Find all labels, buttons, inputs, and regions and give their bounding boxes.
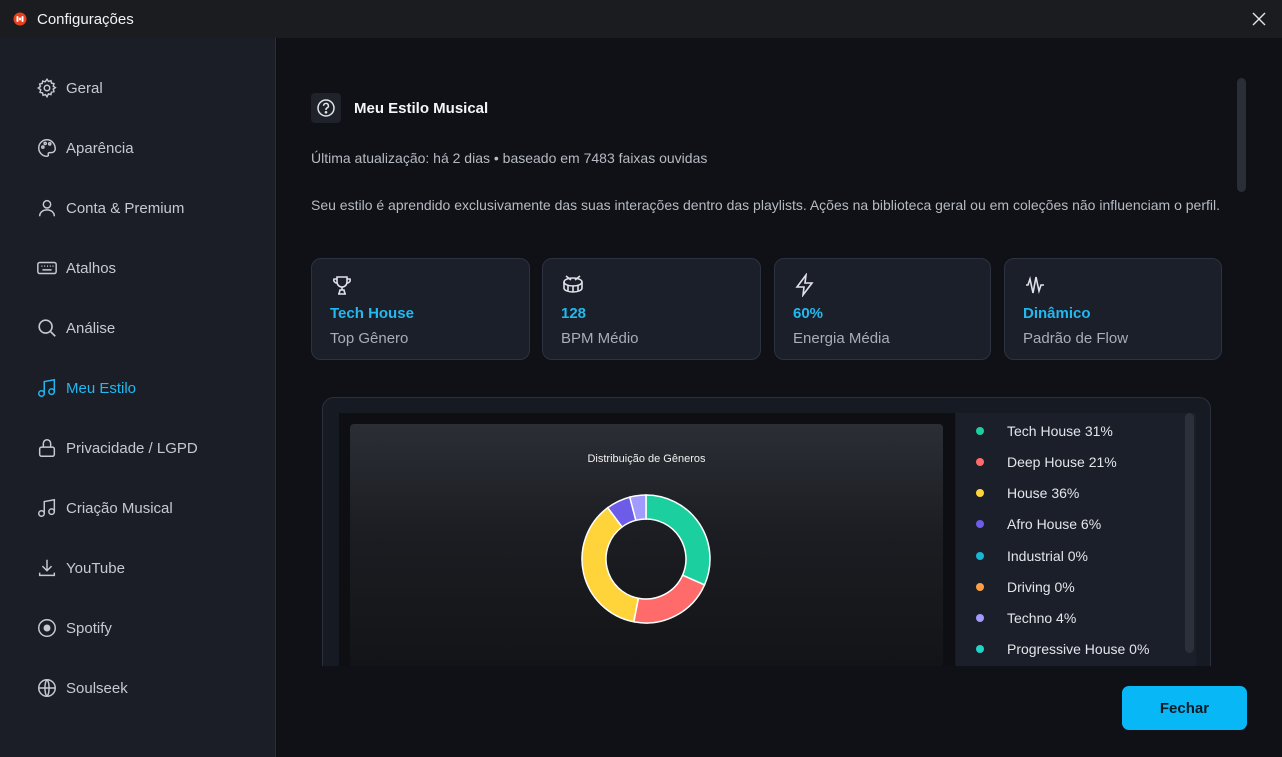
stat-label: Energia Média bbox=[793, 330, 890, 347]
sidebar-item-label: Conta & Premium bbox=[66, 199, 185, 217]
gear-icon bbox=[37, 78, 57, 99]
last-updated-text: Última atualização: há 2 dias • baseado … bbox=[311, 150, 708, 166]
donut-slice-tech-house bbox=[645, 494, 711, 586]
legend-label: Industrial 0% bbox=[1007, 548, 1088, 564]
legend-label: Progressive House 0% bbox=[1007, 641, 1150, 657]
search-icon bbox=[38, 319, 56, 337]
download-icon bbox=[38, 559, 56, 577]
legend-color-dot bbox=[976, 520, 984, 528]
stat-value: Dinâmico bbox=[1023, 305, 1091, 322]
legend-item-tech-house: Tech House 31% bbox=[976, 421, 1113, 441]
music-note-icon bbox=[38, 378, 56, 397]
legend-item-techno: Techno 4% bbox=[976, 608, 1076, 628]
target-icon bbox=[38, 619, 56, 637]
lock-icon bbox=[38, 439, 56, 457]
app-logo-icon bbox=[13, 12, 27, 26]
sidebar-item-analise[interactable]: Análise bbox=[36, 313, 115, 343]
legend-label: Tech House 31% bbox=[1007, 423, 1113, 439]
stat-card-flow: Dinâmico Padrão de Flow bbox=[1004, 258, 1222, 360]
section-title: Meu Estilo Musical bbox=[354, 100, 489, 117]
globe-icon bbox=[38, 679, 56, 697]
legend-item-driving: Driving 0% bbox=[976, 577, 1075, 597]
sidebar-item-label: Aparência bbox=[66, 139, 134, 157]
stat-card-energy: 60% Energia Média bbox=[774, 258, 991, 360]
window-title: Configurações bbox=[37, 11, 134, 28]
stat-card-top-genre: Tech House Top Gênero bbox=[311, 258, 530, 360]
waveform-icon bbox=[1026, 275, 1044, 295]
sidebar-item-label: Atalhos bbox=[66, 259, 117, 277]
sidebar-item-label: Soulseek bbox=[66, 679, 128, 697]
style-description: Seu estilo é aprendido exclusivamente da… bbox=[311, 197, 1220, 213]
stat-label: Padrão de Flow bbox=[1023, 330, 1129, 347]
sidebar-item-youtube[interactable]: YouTube bbox=[36, 553, 125, 583]
genre-donut-chart bbox=[581, 494, 711, 624]
legend-item-progressive-house: Progressive House 0% bbox=[976, 639, 1149, 659]
sidebar-item-label: Criação Musical bbox=[66, 499, 173, 517]
sidebar-item-criacao-musical[interactable]: Criação Musical bbox=[36, 493, 173, 523]
stat-value: 128 bbox=[561, 305, 587, 322]
legend-item-afro-house: Afro House 6% bbox=[976, 514, 1101, 534]
sidebar-item-label: Privacidade / LGPD bbox=[66, 439, 198, 457]
sidebar-item-label: YouTube bbox=[66, 559, 125, 577]
legend-color-dot bbox=[976, 552, 984, 560]
close-button[interactable]: Fechar bbox=[1122, 686, 1247, 730]
sidebar-item-label: Análise bbox=[66, 319, 116, 337]
stat-value: Tech House bbox=[330, 305, 414, 322]
legend-color-dot bbox=[976, 489, 984, 497]
legend-label: Techno 4% bbox=[1007, 610, 1077, 626]
legend-item-industrial: Industrial 0% bbox=[976, 546, 1088, 566]
donut-slice-house bbox=[581, 506, 640, 623]
help-badge bbox=[311, 93, 341, 123]
legend-color-dot bbox=[976, 583, 984, 591]
legend-item-house: House 36% bbox=[976, 483, 1079, 503]
sidebar-item-privacidade[interactable]: Privacidade / LGPD bbox=[36, 433, 198, 463]
legend-label: House 36% bbox=[1007, 485, 1080, 501]
stat-label: Top Gênero bbox=[330, 330, 409, 347]
sidebar-item-soulseek[interactable]: Soulseek bbox=[36, 673, 128, 703]
legend-scrollbar[interactable] bbox=[1185, 413, 1194, 653]
sidebar-item-label: Spotify bbox=[66, 619, 112, 637]
legend-label: Driving 0% bbox=[1007, 579, 1075, 595]
legend-color-dot bbox=[976, 458, 984, 466]
lightning-icon bbox=[795, 273, 814, 297]
legend-label: Deep House 21% bbox=[1007, 454, 1117, 470]
question-circle-icon bbox=[317, 99, 335, 117]
chart-title: Distribuição de Gêneros bbox=[587, 453, 706, 465]
main-scrollbar[interactable] bbox=[1237, 78, 1246, 192]
trophy-icon bbox=[333, 276, 351, 295]
legend-label: Afro House 6% bbox=[1007, 516, 1102, 532]
sidebar-item-spotify[interactable]: Spotify bbox=[36, 613, 112, 643]
legend-item-deep-house: Deep House 21% bbox=[976, 452, 1117, 472]
music-note-icon bbox=[38, 498, 56, 517]
close-icon bbox=[1252, 12, 1266, 26]
legend-color-dot bbox=[976, 614, 984, 622]
title-bar: Configurações bbox=[0, 0, 1282, 38]
keyboard-icon bbox=[37, 261, 57, 275]
sidebar-item-geral[interactable]: Geral bbox=[36, 73, 103, 103]
sidebar-item-aparencia[interactable]: Aparência bbox=[36, 133, 134, 163]
sidebar-item-label: Meu Estilo bbox=[66, 379, 137, 397]
stat-card-bpm: 128 BPM Médio bbox=[542, 258, 761, 360]
legend-color-dot bbox=[976, 645, 984, 653]
sidebar-item-label: Geral bbox=[66, 79, 103, 97]
sidebar-item-meu-estilo[interactable]: Meu Estilo bbox=[36, 373, 136, 403]
drum-icon bbox=[563, 275, 583, 293]
sidebar-item-atalhos[interactable]: Atalhos bbox=[36, 253, 116, 283]
close-window-button[interactable] bbox=[1248, 8, 1270, 30]
sidebar-item-conta-premium[interactable]: Conta & Premium bbox=[36, 193, 184, 223]
stat-value: 60% bbox=[793, 305, 824, 322]
donut-slice-deep-house bbox=[632, 574, 706, 624]
user-icon bbox=[38, 199, 56, 217]
legend-color-dot bbox=[976, 427, 984, 435]
stat-label: BPM Médio bbox=[561, 330, 639, 347]
palette-icon bbox=[38, 139, 56, 157]
